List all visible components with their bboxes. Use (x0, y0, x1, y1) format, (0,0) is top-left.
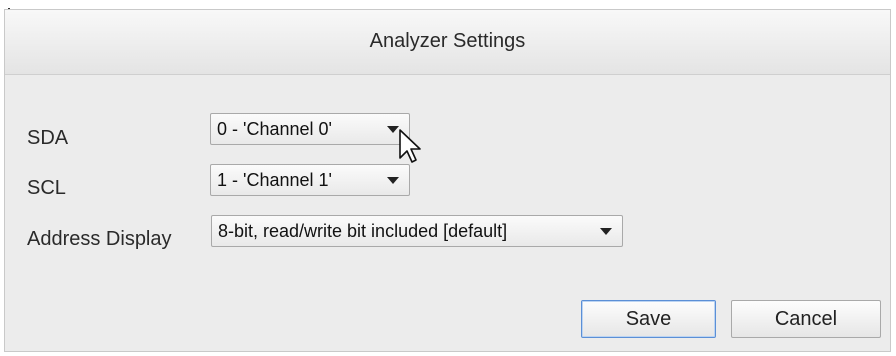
dialog-title-bar: Analyzer Settings (5, 10, 890, 75)
mouse-pointer-icon (399, 129, 421, 163)
sda-label: SDA (27, 127, 69, 149)
scl-select[interactable]: 1 - 'Channel 1' (210, 164, 410, 196)
scl-select-value: 1 - 'Channel 1' (217, 170, 332, 190)
sda-select[interactable]: 0 - 'Channel 0' (210, 113, 410, 145)
analyzer-settings-dialog: Analyzer Settings SDA 0 - 'Channel 0' SC… (4, 9, 891, 352)
address-display-select-value: 8-bit, read/write bit included [default] (218, 221, 508, 241)
dialog-title: Analyzer Settings (369, 30, 526, 52)
cancel-button[interactable]: Cancel (731, 300, 881, 338)
address-display-select[interactable]: 8-bit, read/write bit included [default] (211, 215, 623, 247)
chevron-down-icon (600, 228, 612, 235)
save-button[interactable]: Save (581, 300, 716, 338)
sda-select-value: 0 - 'Channel 0' (217, 119, 332, 139)
chevron-down-icon (387, 177, 399, 184)
address-display-label: Address Display (27, 228, 172, 250)
scl-label: SCL (27, 177, 66, 199)
